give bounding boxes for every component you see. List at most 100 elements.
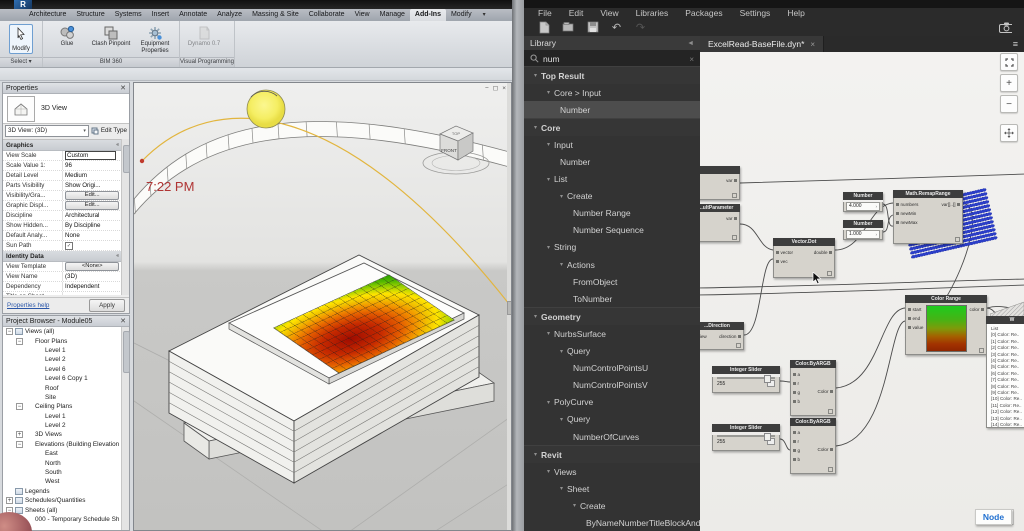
- properties-scrollbar[interactable]: [121, 139, 129, 295]
- save-icon[interactable]: [586, 21, 599, 34]
- project-browser-scrollbar[interactable]: [121, 327, 129, 530]
- browser-item-floor-plans[interactable]: −Floor Plans: [3, 336, 122, 345]
- input-port-a[interactable]: a: [791, 370, 802, 379]
- collapse-icon[interactable]: −: [16, 338, 23, 345]
- node-preview-toggle[interactable]: [827, 271, 832, 276]
- zoom-fit-button[interactable]: [1000, 53, 1018, 71]
- library-item-actions[interactable]: ▾Actions: [524, 256, 700, 273]
- 3d-view[interactable]: TOP FRONT: [133, 82, 512, 531]
- input-port-a[interactable]: a: [791, 428, 802, 437]
- slider-track[interactable]: [717, 435, 775, 437]
- menu-file[interactable]: File: [538, 8, 552, 18]
- ribbon-options-icon[interactable]: ▾: [483, 9, 486, 21]
- input-port-b[interactable]: b: [791, 455, 802, 464]
- library-item-query[interactable]: ▾Query: [524, 411, 700, 428]
- node-integer-slider-2[interactable]: Integer Slider255: [712, 424, 780, 451]
- zoom-in-button[interactable]: +: [1000, 74, 1018, 92]
- glue-button[interactable]: Glue: [46, 23, 88, 48]
- library-item-numcontrolpointsu[interactable]: NumControlPointsU: [524, 360, 700, 377]
- zoom-out-button[interactable]: −: [1000, 95, 1018, 113]
- output-port-var[interactable]: var: [724, 214, 739, 223]
- node-preview-toggle[interactable]: [979, 348, 984, 353]
- input-port-end[interactable]: end: [906, 314, 925, 323]
- library-item-nurbssurface[interactable]: ▾NurbsSurface: [524, 325, 700, 342]
- browser-item-level-2[interactable]: Level 2: [3, 421, 122, 430]
- section-header-identity-data[interactable]: Identity Data«: [3, 251, 122, 262]
- browser-item-views-all[interactable]: −Views (all): [3, 327, 122, 336]
- property-value-input[interactable]: Custom: [65, 151, 116, 160]
- browser-item-level-6-copy-1[interactable]: Level 6 Copy 1: [3, 374, 122, 383]
- node-value[interactable]: 1.000›: [846, 230, 880, 239]
- node-param-a[interactable]: var: [700, 166, 740, 200]
- browser-item-elevations-building-elevation[interactable]: −Elevations (Building Elevation: [3, 440, 122, 449]
- node-color-byargb-1[interactable]: Color.ByARGBargbColor: [790, 360, 836, 416]
- modify-button[interactable]: Modify: [9, 24, 33, 54]
- output-port-direction[interactable]: direction: [717, 332, 743, 341]
- search-input[interactable]: [543, 54, 685, 64]
- properties-close-icon[interactable]: ✕: [120, 84, 126, 92]
- browser-item-level-1[interactable]: Level 1: [3, 346, 122, 355]
- view-close-icon[interactable]: ×: [502, 85, 506, 92]
- browser-item-3d-views[interactable]: +3D Views: [3, 430, 122, 439]
- ribbon-tab-manage[interactable]: Manage: [375, 9, 410, 21]
- expand-icon[interactable]: +: [16, 431, 23, 438]
- input-port-g[interactable]: g: [791, 388, 802, 397]
- ribbon-tab-view[interactable]: View: [350, 9, 375, 21]
- slider-track[interactable]: [717, 377, 775, 379]
- ribbon-tab-add-ins[interactable]: Add-Ins: [410, 9, 446, 21]
- library-item-create[interactable]: ▾Create: [524, 497, 700, 514]
- ribbon-tab-collaborate[interactable]: Collaborate: [304, 9, 350, 21]
- library-item-number-sequence[interactable]: Number Sequence: [524, 222, 700, 239]
- menu-libraries[interactable]: Libraries: [636, 8, 669, 18]
- section-header-graphics[interactable]: Graphics«: [3, 140, 122, 151]
- ribbon-tab-insert[interactable]: Insert: [147, 9, 175, 21]
- node-preview-toggle[interactable]: [828, 409, 833, 414]
- input-port-g[interactable]: g: [791, 446, 802, 455]
- hamburger-menu-icon[interactable]: ≡: [1013, 39, 1018, 49]
- node-param-b[interactable]: ...ultParametervar: [700, 204, 740, 242]
- browser-item-north[interactable]: North: [3, 458, 122, 467]
- library-item-geometry[interactable]: ▾Geometry: [524, 307, 700, 325]
- input-port-newmin[interactable]: newMin: [894, 209, 920, 218]
- node-number-1[interactable]: Number4.000›: [843, 192, 883, 212]
- menu-packages[interactable]: Packages: [685, 8, 722, 18]
- input-port-r[interactable]: r: [791, 437, 802, 446]
- collapse-icon[interactable]: −: [6, 328, 13, 335]
- ribbon-tab-structure[interactable]: Structure: [71, 9, 109, 21]
- input-port-b[interactable]: b: [791, 397, 802, 406]
- node-preview-toggle[interactable]: [732, 193, 737, 198]
- collapse-icon[interactable]: −: [16, 441, 23, 448]
- expand-icon[interactable]: +: [6, 497, 13, 504]
- library-item-number-range[interactable]: Number Range: [524, 205, 700, 222]
- view-scrollbar[interactable]: [507, 83, 511, 530]
- view-restore-icon[interactable]: ◻: [493, 85, 498, 92]
- library-collapse-icon[interactable]: ◄: [687, 40, 694, 47]
- input-port-view[interactable]: view: [700, 332, 709, 341]
- library-item-list[interactable]: ▾List: [524, 171, 700, 188]
- library-item-top-result[interactable]: ▾Top Result: [524, 66, 700, 84]
- browser-item-east[interactable]: East: [3, 449, 122, 458]
- input-port-vec[interactable]: vec: [774, 257, 795, 266]
- node-integer-slider-1[interactable]: Integer Slider255: [712, 366, 780, 393]
- library-item-string[interactable]: ▾String: [524, 239, 700, 256]
- node-button[interactable]: Node: [975, 509, 1012, 525]
- library-item-numcontrolpointsv[interactable]: NumControlPointsV: [524, 377, 700, 394]
- properties-help-link[interactable]: Properties help: [7, 302, 49, 309]
- node-canvas[interactable]: var...ultParametervarNumber4.000›Number1…: [700, 52, 1024, 531]
- clash-pinpoint-button[interactable]: Clash Pinpoint: [90, 23, 132, 48]
- ribbon-tab-architecture[interactable]: Architecture: [24, 9, 71, 21]
- ribbon-tab-systems[interactable]: Systems: [110, 9, 147, 21]
- menu-edit[interactable]: Edit: [569, 8, 584, 18]
- property-value-button[interactable]: Edit...: [65, 201, 119, 210]
- node-color-byargb-2[interactable]: Color.ByARGBargbColor: [790, 418, 836, 474]
- library-item-revit[interactable]: ▾Revit: [524, 445, 700, 463]
- revit-logo[interactable]: R: [14, 0, 32, 9]
- node-preview-toggle[interactable]: [732, 235, 737, 240]
- library-item-bynamenumbertitleblockandview[interactable]: ByNameNumberTitleBlockAndView: [524, 514, 700, 531]
- equipment-properties-button[interactable]: Equipment Properties: [134, 23, 176, 54]
- input-port-numbers[interactable]: numbers: [894, 200, 920, 209]
- node-watch[interactable]: WList[0] Color: Re..[1] Color: Re..[2] C…: [986, 316, 1024, 428]
- search-clear-icon[interactable]: ×: [689, 55, 694, 64]
- output-port-double[interactable]: double: [812, 248, 834, 257]
- browser-item-sheets-all[interactable]: −Sheets (all): [3, 505, 122, 514]
